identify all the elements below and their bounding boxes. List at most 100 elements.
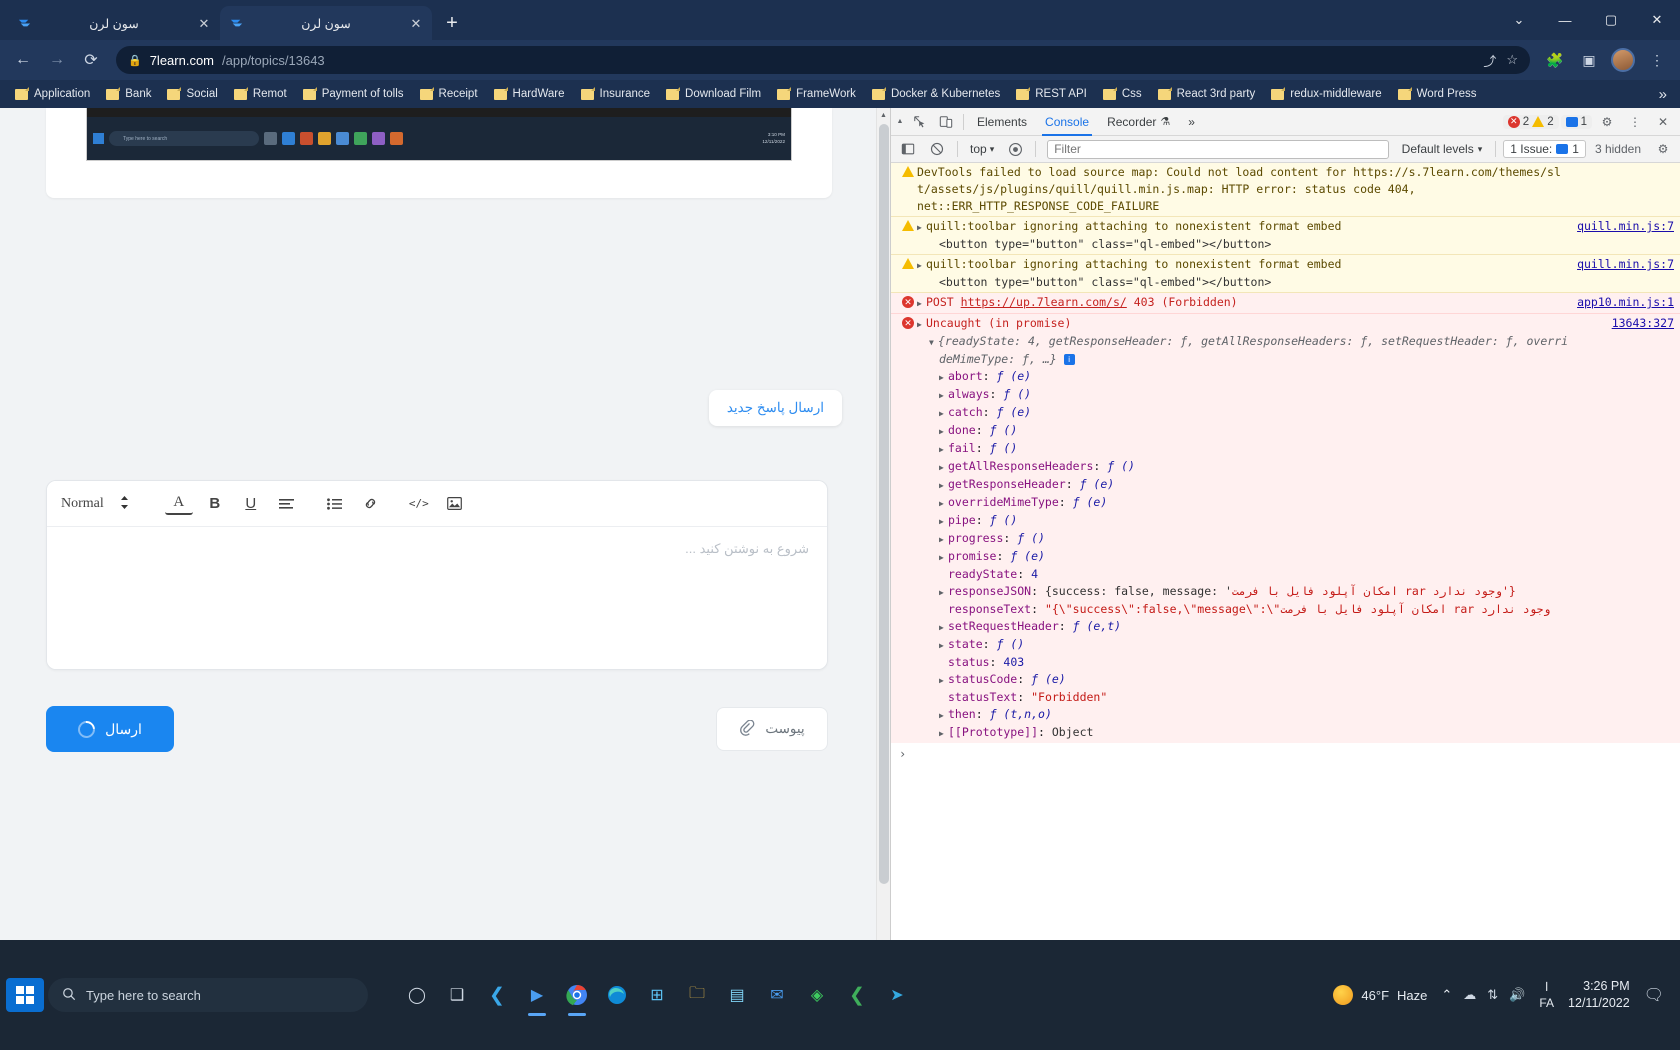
bookmark-css[interactable]: Css <box>1096 85 1149 103</box>
object-property-row[interactable]: statusText: "Forbidden" <box>917 689 1676 706</box>
devtools-resize-handle[interactable]: ▲ <box>893 108 907 136</box>
mail-icon[interactable]: ✉ <box>762 980 792 1010</box>
text-color-icon[interactable]: A <box>164 493 193 515</box>
page-scrollbar[interactable]: ▲ ▼ <box>876 108 890 956</box>
back-button[interactable]: ← <box>8 45 38 75</box>
expand-arrow-icon[interactable]: ▶ <box>939 619 948 636</box>
expand-arrow-icon[interactable]: ▶ <box>939 387 948 404</box>
expand-arrow-icon[interactable]: ▶ <box>939 725 948 742</box>
whatsapp-icon[interactable]: ◈ <box>802 980 832 1010</box>
bookmark-react-3rd-party[interactable]: React 3rd party <box>1151 85 1263 103</box>
scroll-up-arrow-icon[interactable]: ▲ <box>877 108 890 122</box>
edge-icon[interactable] <box>602 980 632 1010</box>
object-property-row[interactable]: ▶ overrideMimeType: ƒ (e) <box>917 494 1676 512</box>
object-property-response-json[interactable]: ▶ responseJSON: {success: false, message:… <box>917 583 1676 601</box>
expand-arrow-icon[interactable]: ▶ <box>939 513 948 530</box>
object-property-row[interactable]: ▶ catch: ƒ (e) <box>917 404 1676 422</box>
expand-arrow-icon[interactable]: ▶ <box>939 495 948 512</box>
attach-button[interactable]: پیوست <box>716 707 828 751</box>
windows-start-icon[interactable] <box>6 978 44 1012</box>
expand-arrow-icon[interactable]: ▶ <box>939 707 948 724</box>
collapse-arrow-icon[interactable]: ▼ <box>929 334 938 351</box>
settings-gear-icon[interactable]: ⚙ <box>1594 109 1620 135</box>
browser-tab-2[interactable]: سون لرن ✕ <box>220 6 432 40</box>
link-icon[interactable] <box>357 490 385 518</box>
console-message-source[interactable]: 13643:327 <box>1612 315 1674 332</box>
console-input-prompt[interactable]: › <box>891 743 1680 766</box>
expand-arrow-icon[interactable]: ▶ <box>939 637 948 654</box>
notifications-icon[interactable]: 🗨 <box>1644 985 1664 1005</box>
object-property-row[interactable]: ▶ fail: ƒ () <box>917 440 1676 458</box>
bookmark-word-press[interactable]: Word Press <box>1391 85 1484 103</box>
address-bar[interactable]: 🔒 7learn.com/app/topics/13643 ⤴ ☆ <box>116 46 1530 74</box>
object-property-row[interactable]: status: 403 <box>917 654 1676 671</box>
scrollbar-thumb[interactable] <box>879 124 889 884</box>
live-expression-eye-icon[interactable] <box>1002 136 1028 162</box>
extensions-puzzle-icon[interactable]: 🧩 <box>1540 45 1570 75</box>
execution-context-selector[interactable]: top ▾ <box>965 140 999 158</box>
telegram-icon[interactable]: ➤ <box>882 980 912 1010</box>
object-property-row[interactable]: ▶ progress: ƒ () <box>917 530 1676 548</box>
bookmark-framework[interactable]: FrameWork <box>770 85 863 103</box>
bookmark-remot[interactable]: Remot <box>227 85 294 103</box>
console-message-warning[interactable]: DevTools failed to load source map: Coul… <box>891 163 1680 217</box>
weather-widget[interactable]: 46°F Haze <box>1333 985 1427 1005</box>
language-indicator[interactable]: ا FA <box>1539 979 1554 1011</box>
tab-elements[interactable]: Elements <box>968 108 1036 136</box>
clear-console-icon[interactable] <box>924 136 950 162</box>
object-property-row[interactable]: ▶ setRequestHeader: ƒ (e,t) <box>917 618 1676 636</box>
object-preview-header[interactable]: ▼ {readyState: 4, getResponseHeader: ƒ, g… <box>917 333 1676 351</box>
request-url[interactable]: https://up.7learn.com/s/ <box>961 295 1127 309</box>
expand-arrow-icon[interactable]: ▶ <box>917 257 926 274</box>
vscode-icon[interactable]: ❮ <box>482 980 512 1010</box>
close-window-button[interactable]: ✕ <box>1634 0 1680 40</box>
bookmark-star-icon[interactable]: ☆ <box>1506 52 1518 68</box>
photos-icon[interactable]: ▤ <box>722 980 752 1010</box>
expand-arrow-icon[interactable]: ▶ <box>917 316 926 333</box>
cortana-circle-icon[interactable]: ◯ <box>402 980 432 1010</box>
expand-arrow-icon[interactable]: ▶ <box>939 672 948 689</box>
issues-button[interactable]: 1 Issue: 1 <box>1503 140 1586 158</box>
console-message-error[interactable]: ✕ ▶ Uncaught (in promise) ▼ {readyState: 4… <box>891 314 1680 743</box>
bookmark-bank[interactable]: Bank <box>99 85 158 103</box>
browser-tab-1[interactable]: سون لرن ✕ <box>8 6 220 40</box>
share-icon[interactable]: ⤴ <box>1483 51 1496 70</box>
console-message-source[interactable]: quill.min.js:7 <box>1577 256 1674 273</box>
console-message-warning[interactable]: ▶ quill:toolbar ignoring attaching to non… <box>891 255 1680 293</box>
console-filter-input[interactable] <box>1047 139 1389 159</box>
underline-icon[interactable]: U <box>237 490 265 518</box>
object-property-row[interactable]: ▶ statusCode: ƒ (e) <box>917 671 1676 689</box>
file-explorer-icon[interactable]: 🗀 <box>682 980 712 1010</box>
message-counter[interactable]: 1 <box>1560 114 1592 129</box>
object-property-row[interactable]: ▶ abort: ƒ (e) <box>917 368 1676 386</box>
tray-chevron-up-icon[interactable]: ⌃ <box>1441 987 1452 1003</box>
inspect-element-icon[interactable] <box>907 109 933 135</box>
align-icon[interactable] <box>273 490 301 518</box>
expand-arrow-icon[interactable]: ▶ <box>939 423 948 440</box>
tab-recorder[interactable]: Recorder ⚗ <box>1098 108 1179 136</box>
bookmark-redux-middleware[interactable]: redux-middleware <box>1264 85 1388 103</box>
object-property-row[interactable]: ▶ state: ƒ () <box>917 636 1676 654</box>
bookmark-docker-kubernetes[interactable]: Docker & Kubernetes <box>865 85 1007 103</box>
more-options-icon[interactable]: ⋮ <box>1622 109 1648 135</box>
side-panel-icon[interactable]: ▣ <box>1574 45 1604 75</box>
chevron-down-icon[interactable]: ⌄ <box>1496 0 1542 40</box>
bookmark-social[interactable]: Social <box>160 85 224 103</box>
code-block-icon[interactable]: </> <box>405 490 433 518</box>
expand-arrow-icon[interactable]: ▶ <box>939 584 948 601</box>
bookmark-download-film[interactable]: Download Film <box>659 85 768 103</box>
bookmark-application[interactable]: Application <box>8 85 97 103</box>
maximize-button[interactable]: ▢ <box>1588 0 1634 40</box>
taskbar-search-box[interactable]: Type here to search <box>48 978 368 1012</box>
send-button[interactable]: ارسال <box>46 706 174 752</box>
console-message-list[interactable]: DevTools failed to load source map: Coul… <box>891 163 1680 956</box>
object-property-row[interactable]: ▶ getAllResponseHeaders: ƒ () <box>917 458 1676 476</box>
new-reply-button[interactable]: ارسال پاسخ جدید <box>708 390 842 426</box>
console-settings-gear-icon[interactable]: ⚙ <box>1650 136 1676 162</box>
expand-arrow-icon[interactable]: ▶ <box>939 369 948 386</box>
format-picker[interactable]: Normal <box>61 496 129 512</box>
bookmarks-overflow-button[interactable]: » <box>1654 86 1672 103</box>
expand-arrow-icon[interactable]: ▶ <box>939 441 948 458</box>
object-property-row[interactable]: ▶ pipe: ƒ () <box>917 512 1676 530</box>
expand-arrow-icon[interactable]: ▶ <box>939 459 948 476</box>
